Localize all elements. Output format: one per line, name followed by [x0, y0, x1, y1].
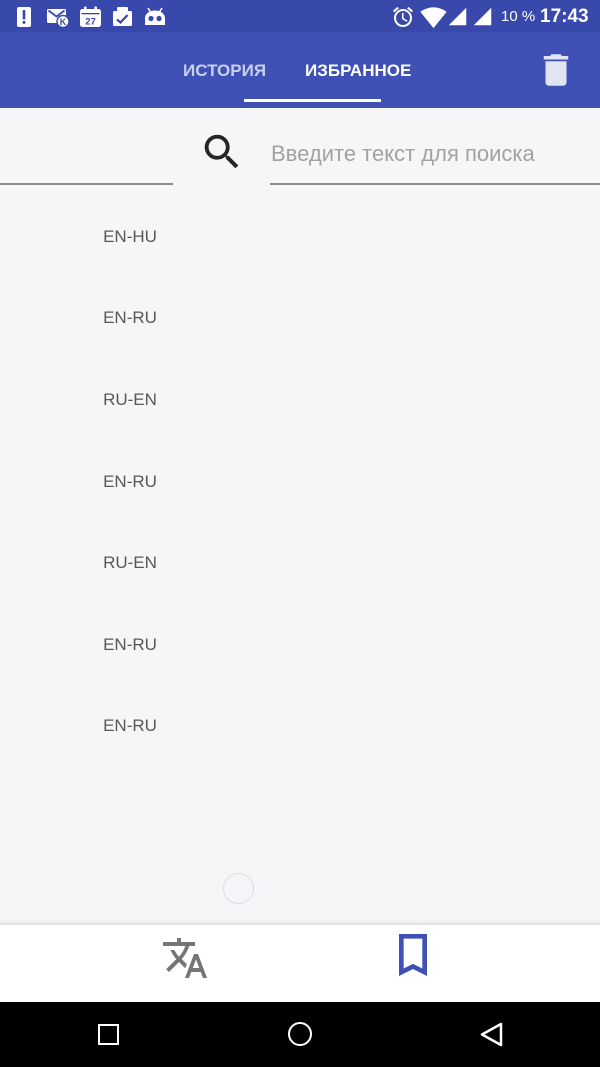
signal-icon [448, 7, 467, 26]
search-left-underline [0, 183, 173, 185]
list-item[interactable]: EN-RU [0, 604, 600, 686]
alarm-icon [393, 6, 413, 27]
list-item[interactable]: RU-EN [0, 359, 600, 441]
wifi-icon [420, 7, 447, 29]
tab-history[interactable]: ИСТОРИЯ [183, 60, 266, 82]
mail-badge-text: K [60, 17, 67, 27]
system-navigation-bar [0, 1002, 600, 1067]
calendar-icon: 27 [80, 6, 101, 27]
language-pair: EN-RU [103, 716, 157, 736]
tab-indicator [244, 99, 381, 102]
recents-icon[interactable] [98, 1024, 119, 1045]
language-pair: RU-EN [103, 553, 157, 573]
list-item[interactable]: EN-RU [0, 441, 600, 523]
translate-icon[interactable] [161, 934, 209, 982]
status-bar: K 27 10 % 17:43 [0, 0, 600, 32]
android-icon [145, 7, 165, 25]
favorites-list: EN-HU EN-RU RU-EN EN-RU RU-EN EN-RU EN-R… [0, 196, 600, 767]
battery-level: 10 % [501, 8, 536, 25]
bottom-navigation [0, 925, 600, 1002]
search-input[interactable] [270, 129, 600, 185]
list-item[interactable]: EN-HU [0, 196, 600, 278]
tab-favorites[interactable]: ИЗБРАННОЕ [305, 60, 411, 82]
trash-icon[interactable] [535, 49, 577, 91]
bookmark-icon[interactable] [385, 927, 441, 983]
language-pair: EN-RU [103, 471, 157, 491]
alert-icon [17, 7, 31, 27]
language-pair: RU-EN [103, 389, 157, 409]
progress-circle [223, 873, 254, 904]
list-item[interactable]: EN-RU [0, 278, 600, 360]
mail-icon: K [47, 9, 70, 28]
signal-icon [473, 7, 492, 26]
list-item[interactable]: EN-RU [0, 686, 600, 768]
language-pair: EN-HU [103, 226, 157, 246]
language-pair: EN-RU [103, 634, 157, 654]
list-item[interactable]: RU-EN [0, 522, 600, 604]
home-icon[interactable] [288, 1022, 312, 1046]
app-toolbar: ИСТОРИЯ ИЗБРАННОЕ [0, 32, 600, 108]
search-icon [204, 134, 239, 169]
back-icon[interactable] [478, 1021, 505, 1048]
calendar-day-text: 27 [85, 16, 96, 27]
language-pair: EN-RU [103, 308, 157, 328]
clock: 17:43 [540, 6, 589, 27]
gallery-icon [113, 7, 132, 26]
